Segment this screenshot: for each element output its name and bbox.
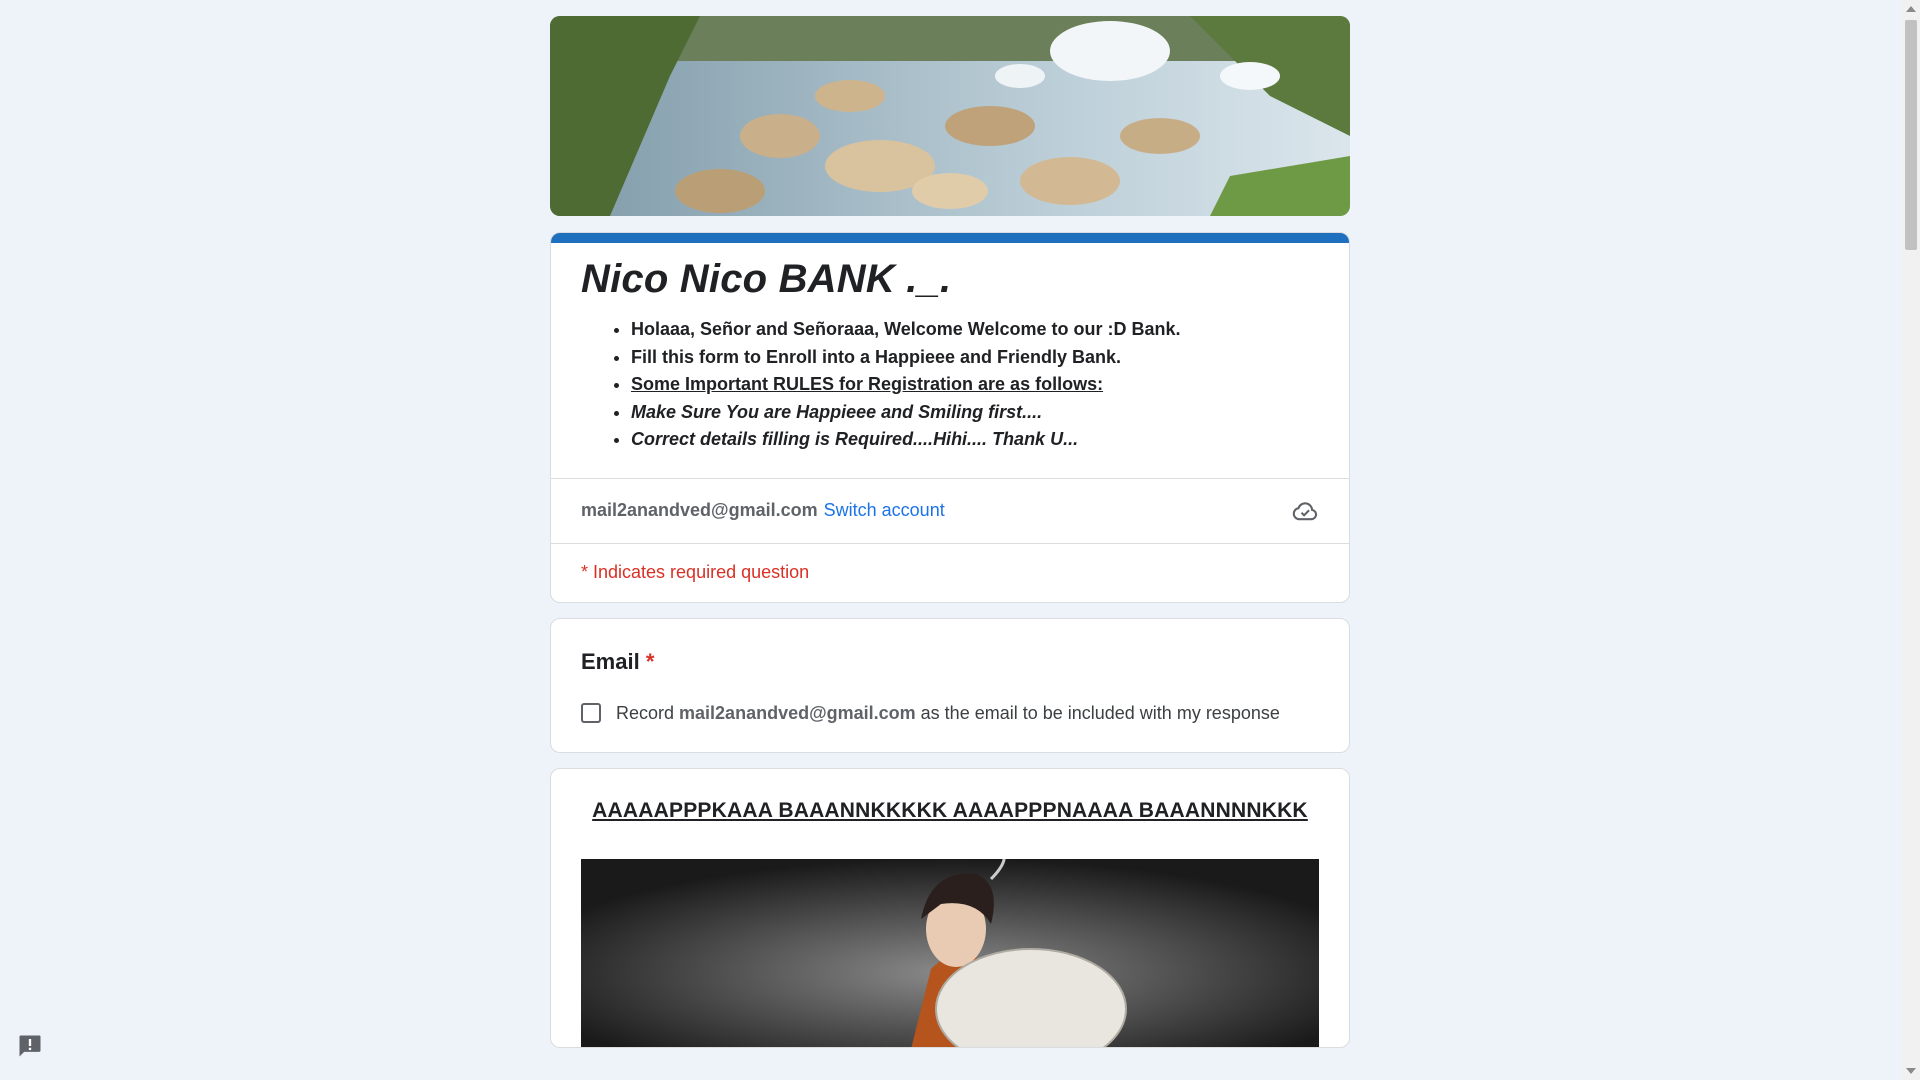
required-note: * Indicates required question [581, 562, 810, 582]
switch-account-link[interactable]: Switch account [824, 500, 945, 521]
account-row: mail2anandved@gmail.com Switch account [551, 477, 1349, 543]
form-title: Nico Nico BANK ._. [581, 257, 952, 301]
description-item: Some Important RULES for Registration ar… [631, 371, 1319, 399]
checkbox-email: mail2anandved@gmail.com [679, 702, 916, 723]
record-email-checkbox[interactable] [581, 703, 601, 723]
required-note-row: * Indicates required question [551, 542, 1349, 602]
email-question-card: Email * Record mail2anandved@gmail.com a… [550, 617, 1350, 753]
feedback-icon[interactable] [16, 1032, 44, 1060]
form-description: Holaaa, Señor and Señoraaa, Welcome Welc… [581, 316, 1319, 454]
question-title-text: Email [581, 648, 640, 674]
header-banner-image [550, 16, 1350, 216]
record-email-option[interactable]: Record mail2anandved@gmail.com as the em… [581, 703, 1319, 724]
description-item: Correct details filling is Required....H… [631, 426, 1319, 454]
scroll-up-arrow-icon[interactable] [1906, 6, 1916, 12]
checkbox-prefix: Record [616, 702, 675, 723]
question-title: Email * [581, 649, 1319, 675]
accent-bar [551, 233, 1349, 243]
description-item: Fill this form to Enroll into a Happieee… [631, 344, 1319, 372]
cloud-saved-icon[interactable] [1291, 497, 1319, 530]
required-asterisk: * [645, 648, 655, 674]
section-illustration-image [581, 858, 1319, 1047]
page-scrollbar[interactable] [1902, 0, 1920, 1080]
form-column: Nico Nico BANK ._. Holaaa, Señor and Señ… [550, 16, 1350, 1048]
section-title: AAAAAPPPKAAA BAAANNKKKKK AAAAPPPNAAAA BA… [592, 798, 1308, 822]
section-card: AAAAAPPPKAAA BAAANNKKKKK AAAAPPPNAAAA BA… [550, 767, 1350, 1048]
scroll-down-arrow-icon[interactable] [1906, 1068, 1916, 1074]
scroll-thumb[interactable] [1905, 20, 1917, 250]
description-item: Make Sure You are Happieee and Smiling f… [631, 399, 1319, 427]
account-email: mail2anandved@gmail.com [581, 500, 818, 520]
description-item: Holaaa, Señor and Señoraaa, Welcome Welc… [631, 316, 1319, 344]
form-header-card: Nico Nico BANK ._. Holaaa, Señor and Señ… [550, 232, 1350, 603]
checkbox-suffix: as the email to be included with my resp… [920, 702, 1280, 723]
